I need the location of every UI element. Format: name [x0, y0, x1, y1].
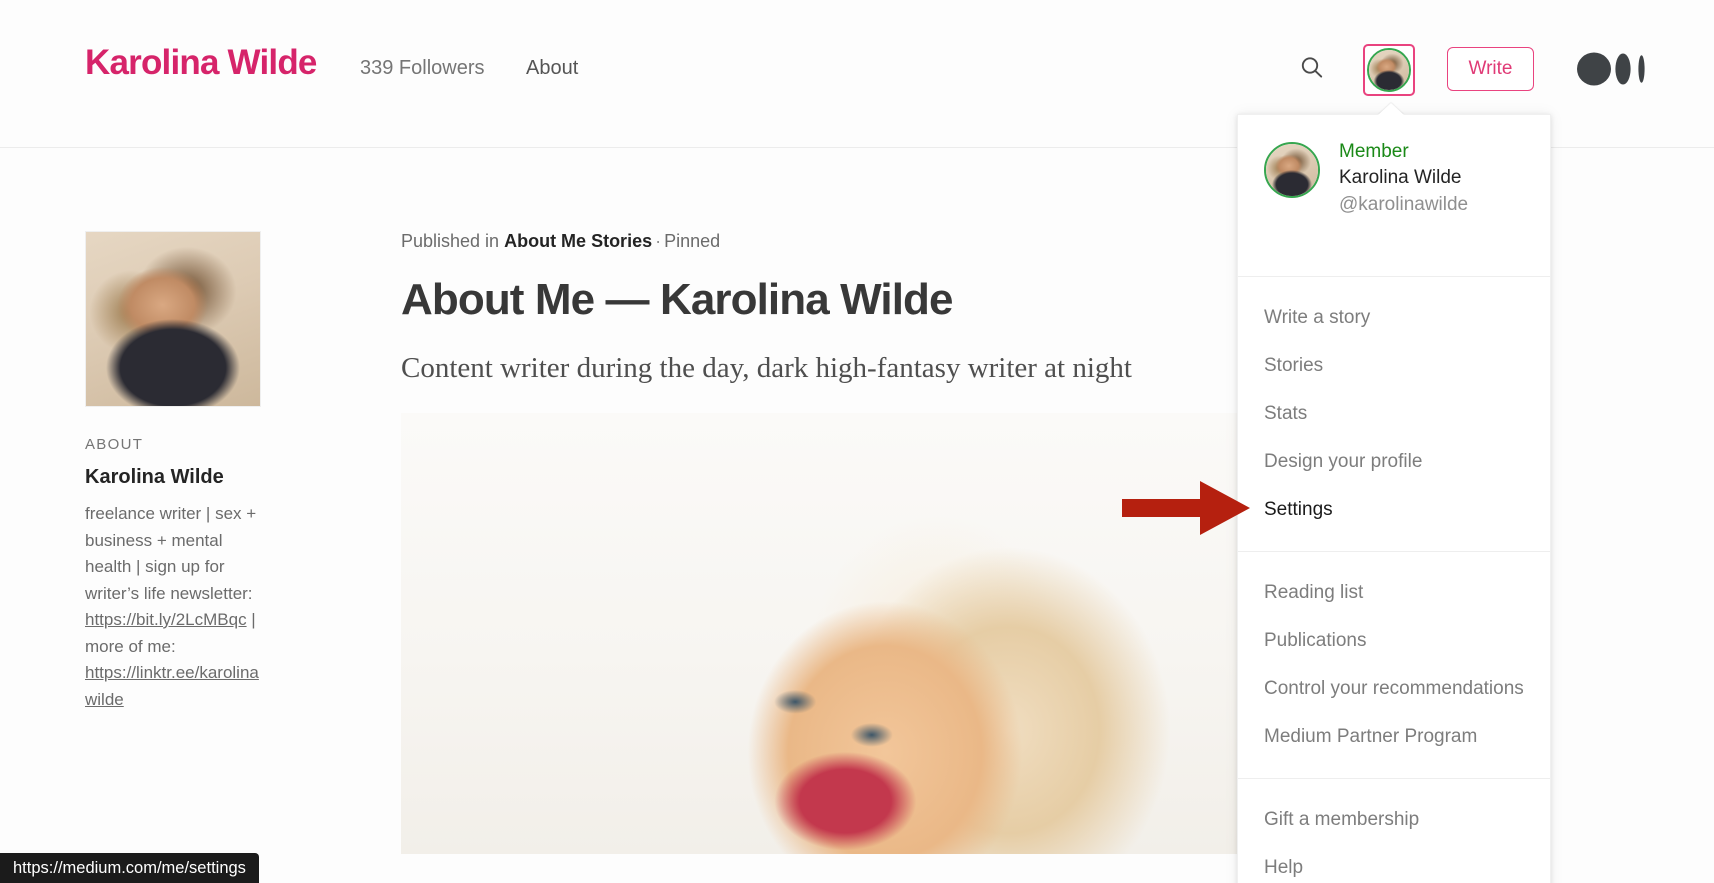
dropdown-avatar-photo — [1266, 144, 1318, 196]
pinned-badge: Pinned — [664, 231, 721, 251]
profile-photo-image — [86, 232, 260, 406]
bio-link-newsletter[interactable]: https://bit.ly/2LcMBqc — [85, 610, 247, 629]
about-section-label: ABOUT — [85, 436, 144, 453]
dropdown-group-tertiary: Gift a membership Help — [1238, 779, 1550, 883]
about-bio: freelance writer | sex + business + ment… — [85, 501, 261, 713]
dropdown-profile-header[interactable]: Member Karolina Wilde @karolinawilde — [1238, 115, 1550, 276]
nav-followers-link[interactable]: 339 Followers — [360, 57, 485, 80]
profile-sidebar: ABOUT Karolina Wilde freelance writer | … — [85, 231, 261, 713]
write-button[interactable]: Write — [1447, 47, 1534, 91]
menu-item-reading-list[interactable]: Reading list — [1238, 569, 1550, 617]
browser-page: Karolina Wilde 339 Followers About Write — [0, 0, 1714, 883]
bio-text-part-1: freelance writer | sex + business + ment… — [85, 504, 257, 603]
status-bar-url: https://medium.com/me/settings — [0, 853, 259, 883]
menu-item-write-a-story[interactable]: Write a story — [1238, 294, 1550, 342]
dropdown-group-primary: Write a story Stories Stats Design your … — [1238, 277, 1550, 551]
menu-item-medium-partner-program[interactable]: Medium Partner Program — [1238, 713, 1550, 761]
dropdown-avatar — [1264, 142, 1320, 198]
publication-link[interactable]: About Me Stories — [504, 231, 652, 251]
bio-link-linktree[interactable]: https://linktr.ee/karolinawilde — [85, 663, 259, 709]
profile-photo — [85, 231, 261, 407]
article-hero-image — [401, 413, 1281, 854]
dropdown-user-handle: @karolinawilde — [1339, 194, 1469, 215]
menu-item-publications[interactable]: Publications — [1238, 617, 1550, 665]
article-title[interactable]: About Me — Karolina Wilde — [401, 275, 1281, 325]
separator-dot: · — [655, 231, 662, 251]
avatar[interactable] — [1363, 44, 1415, 96]
menu-item-settings[interactable]: Settings — [1238, 486, 1550, 534]
about-author-name: Karolina Wilde — [85, 466, 224, 488]
menu-item-design-your-profile[interactable]: Design your profile — [1238, 438, 1550, 486]
brand-title[interactable]: Karolina Wilde — [85, 43, 317, 83]
search-icon[interactable] — [1297, 53, 1327, 83]
menu-item-help[interactable]: Help — [1238, 844, 1550, 883]
menu-item-stats[interactable]: Stats — [1238, 390, 1550, 438]
user-dropdown-menu: Member Karolina Wilde @karolinawilde Wri… — [1237, 114, 1551, 883]
member-badge: Member — [1339, 141, 1409, 162]
published-line: Published in About Me Stories · Pinned — [401, 231, 1281, 252]
menu-item-control-your-recommendations[interactable]: Control your recommendations — [1238, 665, 1550, 713]
article-container: Published in About Me Stories · Pinned Abo… — [401, 231, 1281, 854]
dropdown-caret — [1378, 103, 1404, 115]
article-subtitle: Content writer during the day, dark high… — [401, 352, 1132, 384]
menu-item-gift-a-membership[interactable]: Gift a membership — [1238, 796, 1550, 844]
dropdown-group-secondary: Reading list Publications Control your r… — [1238, 552, 1550, 778]
nav-about-link[interactable]: About — [526, 57, 578, 80]
dropdown-profile-text: Member Karolina Wilde @karolinawilde — [1339, 140, 1468, 218]
medium-logo-icon[interactable] — [1577, 52, 1649, 86]
avatar-ring — [1367, 48, 1411, 92]
menu-item-stories[interactable]: Stories — [1238, 342, 1550, 390]
avatar-photo — [1369, 50, 1409, 90]
published-prefix: Published in — [401, 231, 505, 251]
dropdown-user-name: Karolina Wilde — [1339, 167, 1462, 188]
